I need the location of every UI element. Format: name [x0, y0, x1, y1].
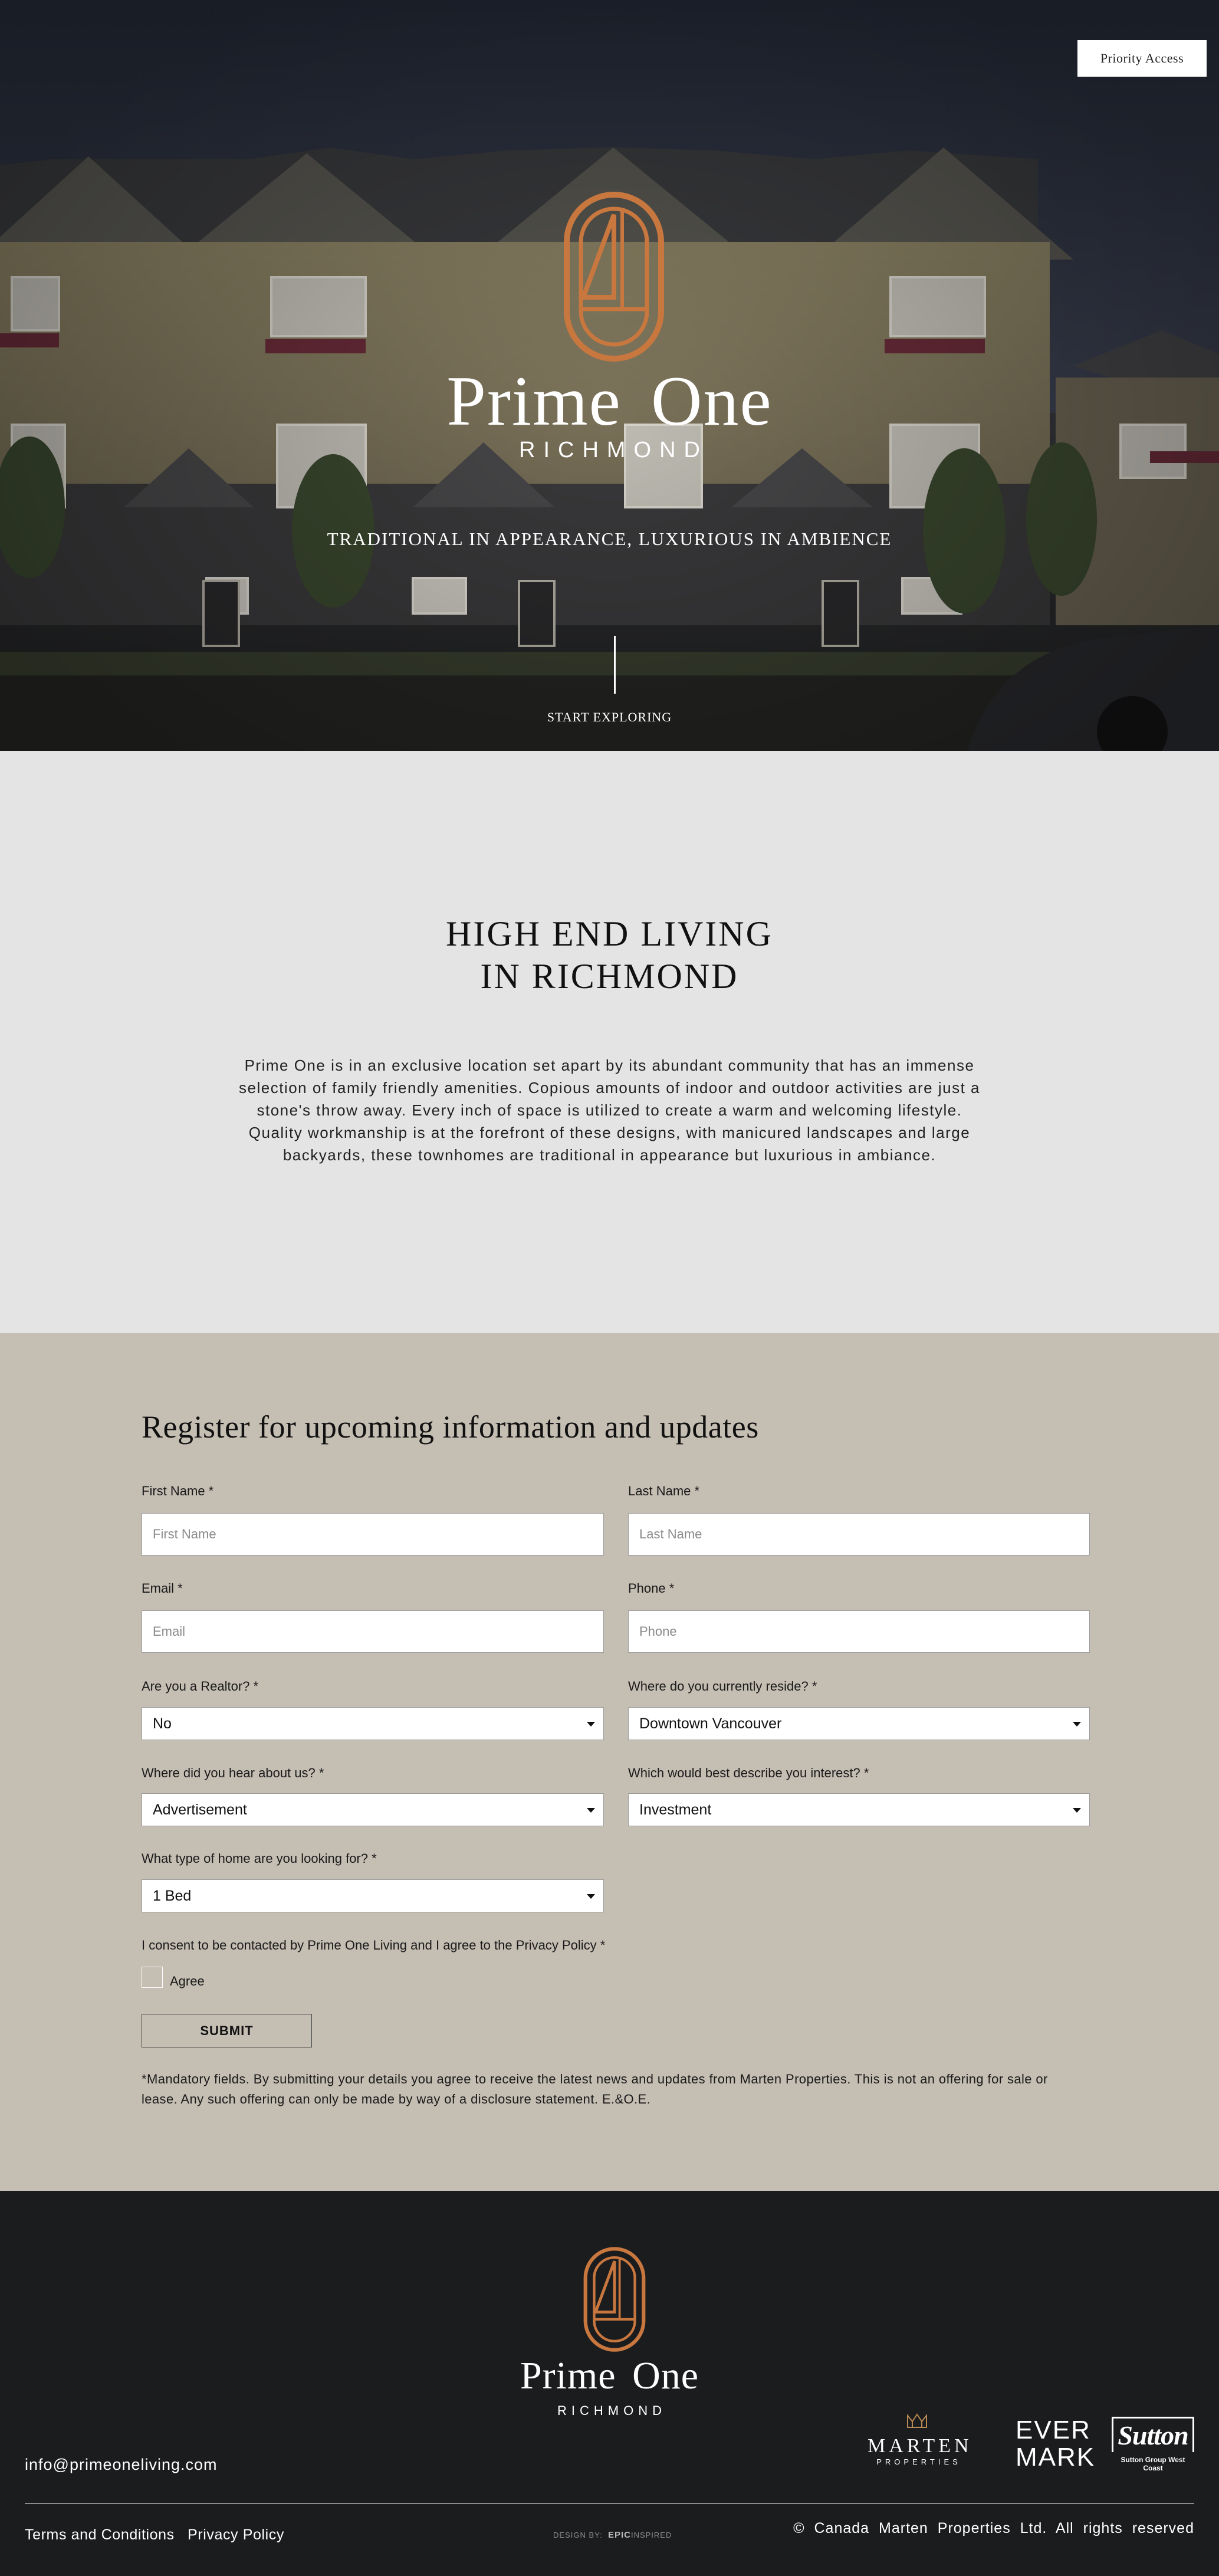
hero-tagline: TRADITIONAL IN APPEARANCE, LUXURIOUS IN … — [327, 529, 892, 549]
evermark-line-2: MARK — [1016, 2443, 1096, 2472]
heard-about-label: Where did you hear about us? * — [142, 1766, 324, 1780]
evermark-logo: EVER MARK — [1016, 2416, 1096, 2472]
reside-label: Where do you currently reside? * — [628, 1679, 817, 1694]
realtor-select[interactable]: No — [142, 1707, 604, 1740]
hero-section: Priority Access Prime One RICHMOND TRADI… — [0, 0, 1219, 751]
last-name-input[interactable] — [628, 1513, 1090, 1556]
priority-access-button[interactable]: Priority Access — [1077, 40, 1207, 77]
sutton-name: Sutton — [1112, 2417, 1194, 2452]
agree-label: Agree — [170, 1974, 205, 1988]
start-exploring-link[interactable]: START EXPLORING — [0, 710, 1219, 725]
realtor-select-value: No — [153, 1715, 172, 1732]
intro-section: HIGH END LIVING IN RICHMOND Prime One is… — [0, 751, 1219, 1333]
interest-select-value: Investment — [639, 1801, 712, 1818]
footer-email-link[interactable]: info@primeoneliving.com — [25, 2456, 218, 2474]
home-type-select-value: 1 Bed — [153, 1887, 192, 1904]
design-credit-inspired: INSPIRED — [630, 2531, 672, 2539]
reside-select-value: Downtown Vancouver — [639, 1715, 782, 1732]
email-input[interactable] — [142, 1610, 604, 1653]
marten-properties-logo: MARTEN PROPERTIES — [864, 2412, 970, 2466]
intro-title-line-2: IN RICHMOND — [480, 957, 739, 996]
hero-brand-subtitle: RICHMOND — [519, 438, 708, 462]
realtor-label: Are you a Realtor? * — [142, 1679, 259, 1694]
prime-one-footer-logo-icon — [583, 2247, 646, 2352]
email-label: Email * — [142, 1581, 183, 1596]
agree-checkbox[interactable] — [142, 1967, 163, 1988]
hero-brand-title: Prime One — [446, 362, 773, 440]
copyright-text: © Canada Marten Properties Ltd. All righ… — [793, 2520, 1194, 2536]
first-name-label: First Name * — [142, 1484, 214, 1498]
privacy-link[interactable]: Privacy Policy — [188, 2526, 284, 2544]
register-section: Register for upcoming information and up… — [0, 1333, 1219, 2191]
footer: Prime One RICHMOND info@primeoneliving.c… — [0, 2191, 1219, 2576]
home-type-label: What type of home are you looking for? * — [142, 1851, 377, 1866]
intro-title: HIGH END LIVING IN RICHMOND — [0, 913, 1219, 997]
scroll-indicator-line — [614, 636, 616, 694]
caret-down-icon — [1073, 1808, 1081, 1813]
form-disclaimer: *Mandatory fields. By submitting your de… — [142, 2072, 1048, 2106]
sutton-logo: Sutton Sutton Group West Coast — [1112, 2417, 1194, 2472]
register-form-title: Register for upcoming information and up… — [142, 1409, 759, 1445]
caret-down-icon — [587, 1894, 595, 1899]
first-name-input[interactable] — [142, 1513, 604, 1556]
footer-brand-title: Prime One — [520, 2354, 699, 2397]
caret-down-icon — [1073, 1722, 1081, 1727]
marten-properties-text: PROPERTIES — [876, 2457, 961, 2466]
footer-divider — [25, 2503, 1194, 2504]
reside-select[interactable]: Downtown Vancouver — [628, 1707, 1090, 1740]
intro-title-line-1: HIGH END LIVING — [446, 914, 773, 953]
intro-description: Prime One is in an exclusive location se… — [239, 1056, 980, 1164]
heard-about-select-value: Advertisement — [153, 1801, 247, 1818]
phone-input[interactable] — [628, 1610, 1090, 1653]
interest-select[interactable]: Investment — [628, 1793, 1090, 1826]
last-name-label: Last Name * — [628, 1484, 700, 1498]
design-credit-epic: EPIC — [607, 2530, 631, 2540]
phone-label: Phone * — [628, 1581, 675, 1596]
consent-label: I consent to be contacted by Prime One L… — [142, 1938, 606, 1952]
submit-button[interactable]: SUBMIT — [142, 2014, 312, 2047]
design-credit-prefix: DESIGN BY: — [553, 2531, 603, 2539]
marten-crown-icon — [907, 2413, 927, 2428]
prime-one-logo-icon — [564, 192, 664, 362]
interest-label: Which would best describe you interest? … — [628, 1766, 869, 1780]
sutton-subtitle: Sutton Group West Coast — [1121, 2456, 1185, 2472]
home-type-select[interactable]: 1 Bed — [142, 1879, 604, 1912]
heard-about-select[interactable]: Advertisement — [142, 1793, 604, 1826]
terms-link[interactable]: Terms and Conditions — [25, 2526, 175, 2544]
marten-name: MARTEN — [868, 2435, 972, 2457]
caret-down-icon — [587, 1722, 595, 1727]
caret-down-icon — [587, 1808, 595, 1813]
evermark-line-1: EVER — [1016, 2416, 1091, 2444]
design-credit: DESIGN BY: EPICINSPIRED — [553, 2530, 672, 2540]
